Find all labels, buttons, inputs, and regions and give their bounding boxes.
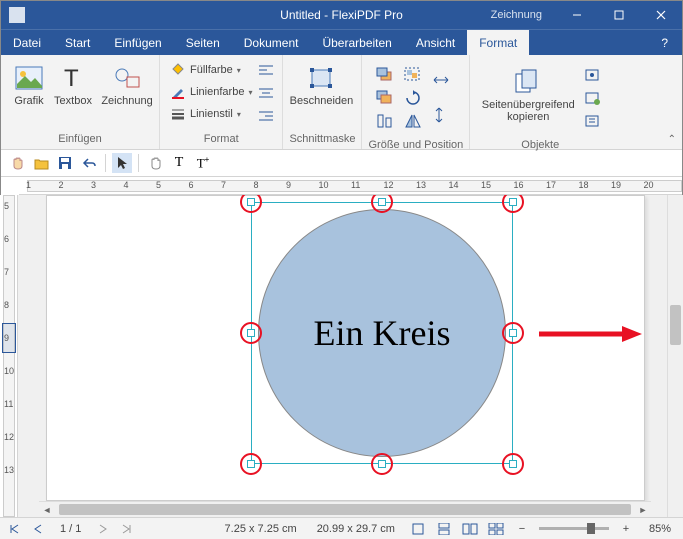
- selection-size: 7.25 x 7.25 cm: [219, 523, 303, 535]
- hand-tool-icon[interactable]: [7, 153, 27, 173]
- line-color-icon: [170, 84, 186, 100]
- beschneiden-button[interactable]: Beschneiden: [289, 59, 353, 107]
- tab-datei[interactable]: Datei: [1, 30, 53, 55]
- selection-box: [251, 202, 513, 464]
- ribbon-group-format: Füllfarbe▾ Linienfarbe▾ Linienstil▾ Form…: [160, 55, 283, 149]
- fill-color-icon: [170, 62, 186, 78]
- annotation-arrow: [537, 324, 647, 344]
- view-book-icon[interactable]: [487, 520, 505, 538]
- ribbon-group-objekte: Seitenübergreifend kopieren Objekte: [470, 55, 610, 149]
- close-button[interactable]: [640, 1, 682, 29]
- ruler-horizontal[interactable]: 1234567891011121314151617181920: [19, 177, 682, 195]
- rotate-icon[interactable]: [404, 90, 422, 106]
- window-title: Untitled - FlexiPDF Pro: [280, 8, 403, 22]
- textbox-button[interactable]: T Textbox: [51, 59, 95, 107]
- object-properties-icon[interactable]: [584, 91, 600, 105]
- titlebar: Untitled - FlexiPDF Pro Zeichnung: [1, 1, 682, 29]
- text-plus-tool-icon[interactable]: T+: [193, 153, 213, 173]
- collapse-ribbon-icon[interactable]: ⌃: [668, 134, 676, 145]
- svg-text:T: T: [64, 65, 79, 91]
- bring-front-icon[interactable]: [376, 67, 394, 83]
- linienstil-button[interactable]: Linienstil▾: [166, 103, 256, 125]
- seitenuebergreifend-button[interactable]: Seitenübergreifend kopieren: [478, 63, 578, 123]
- ribbon-group-einfuegen: Grafik T Textbox Zeichnung Einfügen: [1, 55, 160, 149]
- crop-icon: [306, 63, 336, 93]
- page[interactable]: Ein Kreis: [46, 195, 645, 501]
- annotation-circle: [240, 453, 262, 475]
- text-tool-icon[interactable]: T: [169, 153, 189, 173]
- app-icon: [9, 7, 25, 23]
- open-icon[interactable]: [31, 153, 51, 173]
- scrollbar-vertical[interactable]: [667, 195, 683, 517]
- canvas[interactable]: Ein Kreis ◄ ►: [18, 195, 667, 517]
- align-left-icon[interactable]: [258, 64, 274, 78]
- align-center-icon[interactable]: [258, 87, 274, 101]
- tab-ueberarbeiten[interactable]: Überarbeiten: [310, 30, 403, 55]
- annotation-circle: [371, 453, 393, 475]
- maximize-button[interactable]: [598, 1, 640, 29]
- document-size: 20.99 x 29.7 cm: [311, 523, 401, 535]
- tab-format[interactable]: Format: [467, 30, 529, 55]
- line-style-icon: [170, 106, 186, 122]
- tab-dokument[interactable]: Dokument: [232, 30, 311, 55]
- minimize-button[interactable]: [556, 1, 598, 29]
- pan-tool-icon[interactable]: [145, 153, 165, 173]
- zoom-level: 85%: [643, 523, 677, 535]
- zoom-out-button[interactable]: −: [513, 520, 531, 538]
- tab-start[interactable]: Start: [53, 30, 102, 55]
- group-icon[interactable]: [404, 67, 422, 83]
- annotation-circle: [502, 453, 524, 475]
- tab-einfuegen[interactable]: Einfügen: [102, 30, 173, 55]
- ribbon-group-schnittmaske: Beschneiden Schnittmaske: [283, 55, 362, 149]
- annotation-circle: [240, 322, 262, 344]
- ruler-vertical[interactable]: 5678910111213: [0, 195, 18, 517]
- align-icon[interactable]: [376, 113, 394, 129]
- size-height-icon[interactable]: [432, 106, 450, 124]
- view-continuous-icon[interactable]: [435, 520, 453, 538]
- prev-page-icon[interactable]: [30, 521, 46, 537]
- copy-pages-icon: [513, 67, 543, 97]
- fuellfarbe-button[interactable]: Füllfarbe▾: [166, 59, 256, 81]
- annotation-circle: [502, 195, 524, 213]
- next-page-icon[interactable]: [95, 521, 111, 537]
- send-back-icon[interactable]: [376, 90, 394, 106]
- workarea: 5678910111213 Ein Kreis: [0, 195, 683, 517]
- flip-icon[interactable]: [404, 113, 422, 129]
- first-page-icon[interactable]: [6, 521, 22, 537]
- object-settings-icon[interactable]: [584, 114, 600, 128]
- linienfarbe-button[interactable]: Linienfarbe▾: [166, 81, 256, 103]
- contextual-tab-label: Zeichnung: [491, 9, 542, 21]
- image-icon: [14, 63, 44, 93]
- page-indicator: 1 / 1: [54, 523, 87, 535]
- save-icon[interactable]: [55, 153, 75, 173]
- view-single-icon[interactable]: [409, 520, 427, 538]
- textbox-icon: T: [58, 63, 88, 93]
- ribbon-group-groesse: Größe und Position: [362, 55, 470, 149]
- pointer-tool-icon[interactable]: [112, 153, 132, 173]
- menubar: Datei Start Einfügen Seiten Dokument Übe…: [1, 29, 682, 55]
- size-width-icon[interactable]: [432, 73, 450, 87]
- shapes-icon: [112, 63, 142, 93]
- zoom-in-button[interactable]: +: [617, 520, 635, 538]
- ribbon: Grafik T Textbox Zeichnung Einfügen Füll…: [1, 55, 682, 150]
- help-button[interactable]: ?: [647, 30, 682, 55]
- object-lock-icon[interactable]: [584, 68, 600, 82]
- grafik-button[interactable]: Grafik: [7, 59, 51, 107]
- statusbar: 1 / 1 7.25 x 7.25 cm 20.99 x 29.7 cm − +…: [0, 517, 683, 539]
- tab-seiten[interactable]: Seiten: [174, 30, 232, 55]
- undo-icon[interactable]: [79, 153, 99, 173]
- align-right-icon[interactable]: [258, 110, 274, 124]
- zoom-slider[interactable]: [539, 527, 609, 530]
- scrollbar-horizontal[interactable]: ◄ ►: [39, 501, 651, 517]
- annotation-circle: [502, 322, 524, 344]
- last-page-icon[interactable]: [119, 521, 135, 537]
- zeichnung-button[interactable]: Zeichnung: [101, 59, 153, 107]
- tab-ansicht[interactable]: Ansicht: [404, 30, 467, 55]
- view-facing-icon[interactable]: [461, 520, 479, 538]
